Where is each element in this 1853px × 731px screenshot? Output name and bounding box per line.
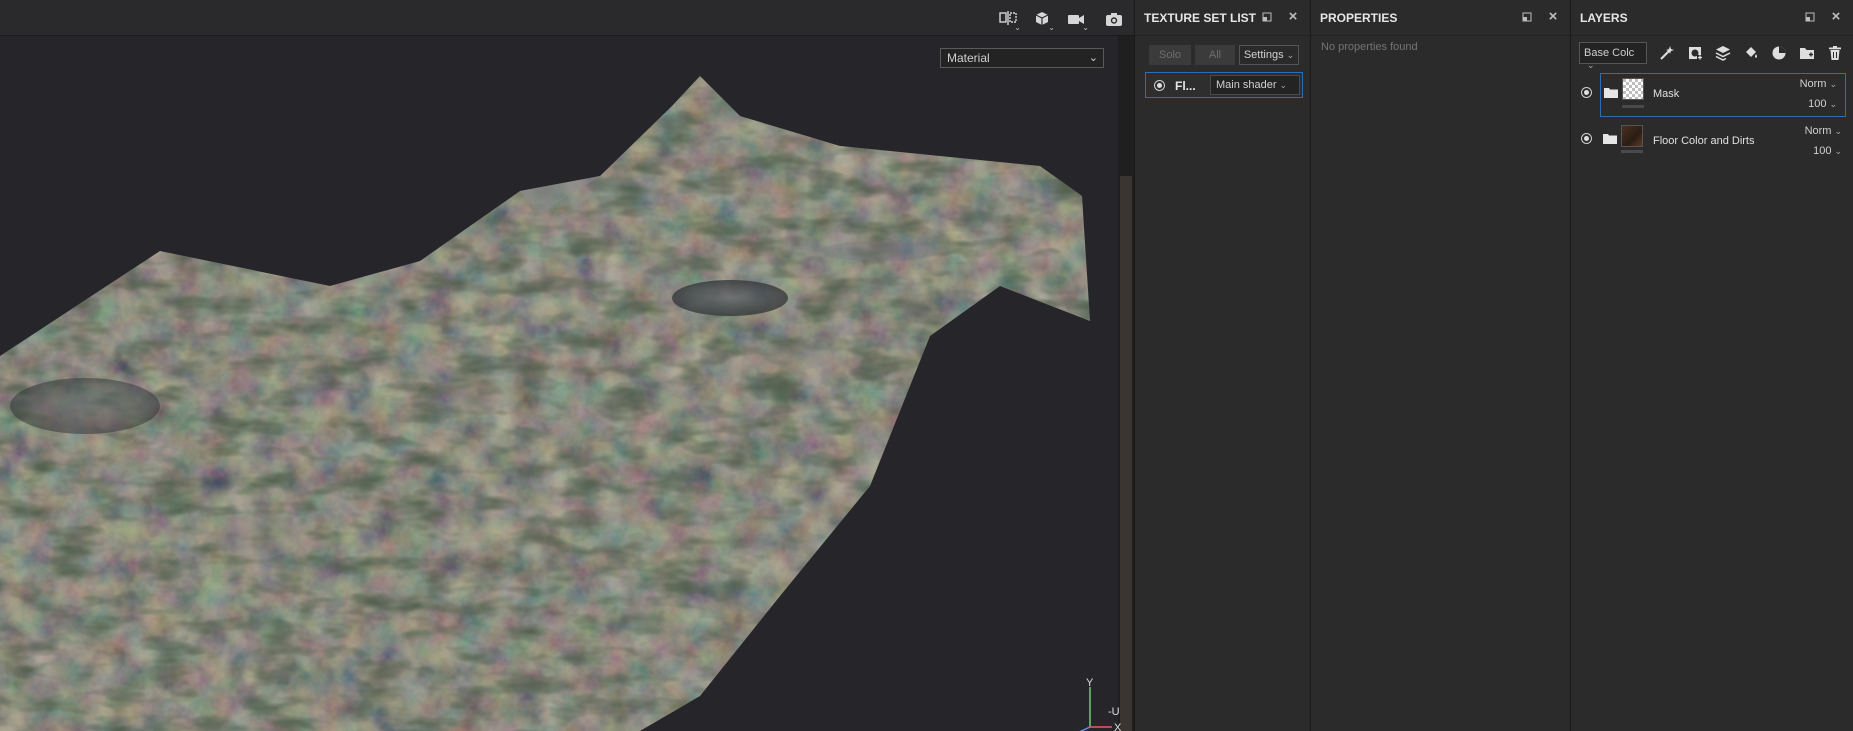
layer-thumbnail-bar — [1621, 150, 1643, 153]
viewport-scrollbar[interactable] — [1118, 36, 1134, 731]
channel-select[interactable]: Base Colc ⌄ — [1579, 42, 1647, 70]
texture-set-list-panel: TEXTURE SET LIST × Solo All Settings ⌄ F… — [1134, 0, 1310, 731]
float-panel-icon[interactable] — [1520, 10, 1534, 24]
chevron-down-icon: ⌄ — [1286, 49, 1295, 60]
chevron-down-icon: ⌄ — [1279, 79, 1288, 90]
blend-mode-select[interactable]: Norm ⌄ — [1805, 125, 1842, 137]
visibility-toggle[interactable] — [1581, 133, 1592, 144]
add-mask-icon[interactable] — [1685, 43, 1705, 63]
panel-title: LAYERS — [1580, 10, 1628, 25]
axis-u-label: -U — [1108, 706, 1120, 718]
texture-set-name: Fl... — [1175, 79, 1196, 93]
add-effect-icon[interactable] — [1657, 43, 1677, 63]
solo-button[interactable]: Solo — [1149, 45, 1191, 65]
terrain-mesh-render[interactable] — [0, 36, 1118, 731]
chevron-down-icon: ⌄ — [1834, 146, 1842, 156]
panel-header: TEXTURE SET LIST × — [1135, 0, 1310, 36]
axis-y-label: Y — [1086, 677, 1094, 689]
close-icon[interactable]: × — [1286, 9, 1300, 24]
blend-mode-label: Norm — [1804, 125, 1832, 137]
all-button[interactable]: All — [1195, 45, 1235, 65]
delete-icon[interactable] — [1825, 43, 1845, 63]
panel-header: LAYERS × — [1571, 0, 1853, 36]
opacity-select[interactable]: 100 ⌄ — [1813, 145, 1842, 157]
settings-label: Settings — [1243, 49, 1284, 61]
panel-header: PROPERTIES × — [1311, 0, 1570, 36]
add-folder-icon[interactable] — [1797, 43, 1817, 63]
layer-name: Mask — [1653, 88, 1680, 100]
float-panel-icon[interactable] — [1803, 10, 1817, 24]
chevron-down-icon: ⌄ — [1829, 79, 1837, 89]
puddle — [10, 378, 160, 434]
add-fill-layer-icon[interactable] — [1741, 43, 1761, 63]
properties-panel: PROPERTIES × No properties found — [1310, 0, 1570, 731]
viewport-toolbar: ⌄ ⌄ ⌄ — [0, 0, 1134, 36]
empty-state-text: No properties found — [1321, 41, 1418, 53]
folder-icon — [1603, 134, 1617, 144]
split-view-icon[interactable]: ⌄ — [994, 6, 1022, 32]
close-icon[interactable]: × — [1546, 9, 1560, 24]
material-mode-select[interactable]: Material ⌄ — [940, 48, 1104, 68]
shader-select[interactable]: Main shader ⌄ — [1210, 75, 1300, 95]
screenshot-icon[interactable] — [1100, 6, 1128, 32]
channel-label: Base Colc — [1584, 47, 1635, 59]
close-icon[interactable]: × — [1829, 9, 1843, 24]
texture-set-row[interactable]: Fl... Main shader ⌄ — [1145, 72, 1303, 98]
shader-label: Main shader — [1216, 79, 1277, 91]
panel-title: PROPERTIES — [1320, 10, 1398, 25]
blend-mode-label: Norm — [1799, 78, 1827, 90]
float-panel-icon[interactable] — [1260, 10, 1274, 24]
camera-icon[interactable]: ⌄ — [1062, 6, 1090, 32]
chevron-down-icon: ⌄ — [1834, 126, 1842, 136]
3d-viewport[interactable]: ⌄ ⌄ ⌄ Material ⌄ Y X -U — [0, 0, 1134, 731]
axis-x-label: X — [1114, 722, 1122, 731]
add-smart-material-icon[interactable] — [1769, 43, 1789, 63]
puddle — [672, 280, 788, 316]
layer-thumbnail — [1622, 78, 1644, 100]
chevron-down-icon: ⌄ — [1088, 52, 1098, 64]
opacity-value: 100 — [1813, 145, 1832, 157]
texture-set-toolbar: Solo All Settings ⌄ — [1149, 45, 1299, 67]
panel-title: TEXTURE SET LIST — [1144, 10, 1257, 25]
folder-icon — [1604, 88, 1618, 98]
chevron-down-icon: ⌄ — [1587, 60, 1595, 70]
cube-view-icon[interactable]: ⌄ — [1028, 6, 1056, 32]
layers-panel: LAYERS × Base Colc ⌄ Mask Norm ⌄ 100 ⌄ F… — [1570, 0, 1853, 731]
layer-name: Floor Color and Dirts — [1653, 135, 1755, 147]
blend-mode-select[interactable]: Norm ⌄ — [1800, 78, 1837, 90]
layer-mask-selected[interactable]: Mask Norm ⌄ 100 ⌄ — [1600, 73, 1846, 117]
chevron-down-icon: ⌄ — [1829, 99, 1837, 109]
layer-row[interactable]: Floor Color and Dirts Norm ⌄ 100 ⌄ — [1571, 121, 1853, 159]
layer-thumbnail — [1621, 125, 1643, 147]
visibility-toggle[interactable] — [1581, 87, 1592, 98]
layer-thumbnail-bar — [1622, 105, 1644, 108]
opacity-value: 100 — [1808, 98, 1827, 110]
layers-toolbar: Base Colc ⌄ — [1579, 40, 1849, 70]
axis-gizmo: Y X -U — [1079, 677, 1122, 731]
opacity-select[interactable]: 100 ⌄ — [1808, 98, 1837, 110]
settings-dropdown[interactable]: Settings ⌄ — [1239, 45, 1299, 65]
visibility-toggle[interactable] — [1154, 80, 1165, 91]
add-layer-icon[interactable] — [1713, 43, 1733, 63]
